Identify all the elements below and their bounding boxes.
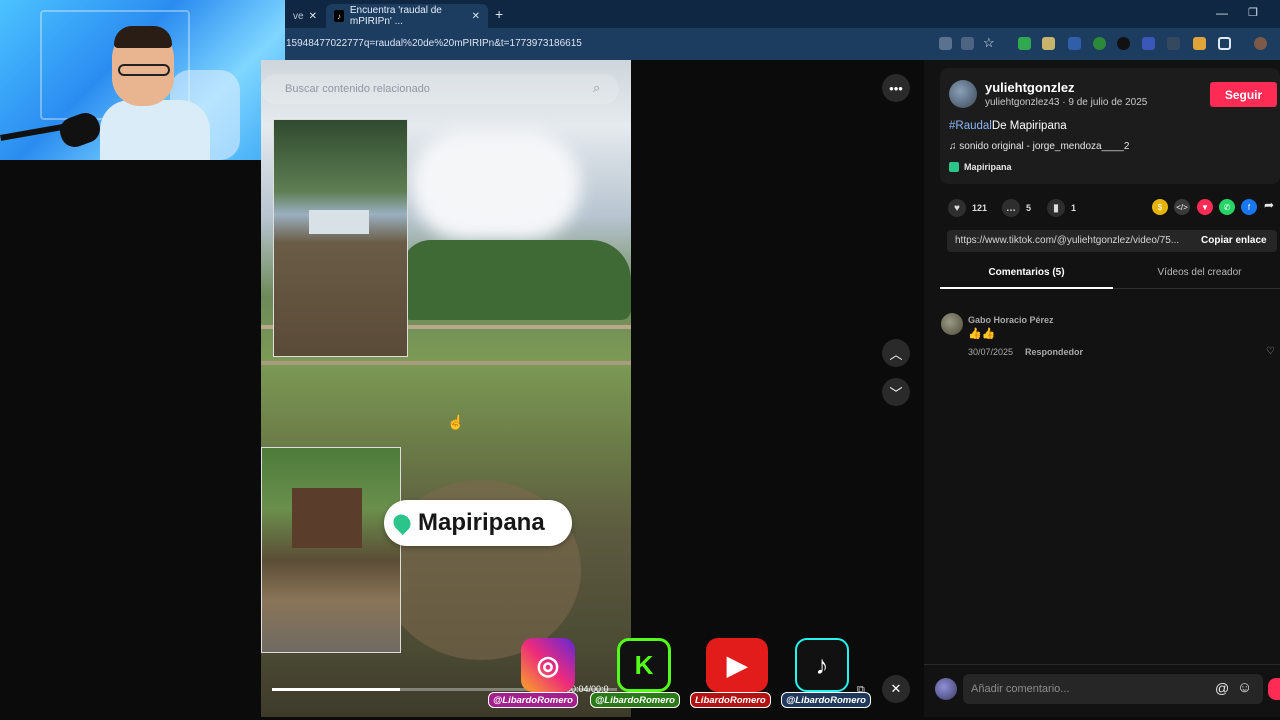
instagram-handle: @LibardoRomero	[488, 692, 578, 708]
comment-count: 5	[1026, 203, 1032, 213]
location-sticker-text: Mapiripana	[418, 509, 545, 536]
restore-icon[interactable]: ❐	[1248, 6, 1258, 19]
extension-icon[interactable]	[1167, 37, 1180, 50]
comment-heart-icon[interactable]: ♡	[1266, 346, 1275, 357]
location-sticker: Mapiripana	[384, 500, 572, 546]
close-icon[interactable]: ✕	[309, 11, 317, 22]
comment-text: 👍👍	[968, 328, 996, 340]
extension-icon[interactable]	[1093, 37, 1106, 50]
extension-icon[interactable]	[1142, 37, 1155, 50]
new-tab-plus-icon[interactable]: +	[495, 6, 503, 22]
caption-text: De Mapiripana	[991, 120, 1067, 132]
shield-extension-icon[interactable]	[1018, 37, 1031, 50]
video-player[interactable]: Buscar contenido relacionado ⌕ Mapiripan…	[261, 60, 631, 717]
browser-tab-active[interactable]: ♪ Encuentra 'raudal de mPIRIPn' ... ✕	[326, 4, 488, 28]
whatsapp-icon[interactable]: ✆	[1219, 199, 1235, 215]
music-note-icon: ♫	[949, 141, 960, 152]
coin-icon[interactable]: $	[1152, 199, 1168, 215]
previous-video-button[interactable]: ︿	[882, 339, 910, 367]
location-pin-icon	[389, 510, 415, 536]
tab-creator-videos[interactable]: Vídeos del creador	[1113, 267, 1280, 289]
like-count: 121	[972, 203, 988, 213]
photo-overlay-bottom	[261, 447, 401, 653]
facebook-icon[interactable]: f	[1241, 199, 1257, 215]
webcam-overlay	[0, 0, 285, 160]
tab-comments[interactable]: Comentarios (5)	[940, 267, 1113, 289]
author-meta: yuliehtgonzlez43 · 9 de julio de 2025	[985, 97, 1148, 108]
bookmark-icon: ▮	[1047, 199, 1065, 217]
like-button[interactable]: ♥ 121	[948, 199, 987, 217]
video-cloud	[411, 130, 581, 240]
photo-house	[309, 210, 369, 234]
star-icon[interactable]: ☆	[983, 35, 995, 51]
photo-overlay-top	[273, 119, 408, 357]
repost-icon[interactable]: ▼	[1197, 199, 1213, 215]
progress-fill	[272, 688, 400, 691]
send-button[interactable]	[1268, 678, 1280, 700]
author-username[interactable]: yuliehtgonzlez	[985, 80, 1075, 95]
webcam-person-glasses	[118, 64, 170, 76]
youtube-handle: LibardoRomero	[690, 692, 771, 708]
copy-link-button[interactable]: Copiar enlace	[1201, 235, 1267, 246]
url-text[interactable]: 15948477022777q=raudal%20de%20mPIRIPn&t=…	[286, 38, 582, 49]
minimize-icon[interactable]: —	[1216, 6, 1228, 20]
instagram-logo-icon: ◎	[521, 638, 575, 692]
translate-icon[interactable]	[939, 37, 952, 50]
my-avatar	[935, 678, 957, 700]
comment-button[interactable]: … 5	[1002, 199, 1031, 217]
next-video-button[interactable]: ﹀	[882, 378, 910, 406]
tiktok-logo-icon: ♪	[795, 638, 849, 692]
webcam-person-body	[100, 100, 210, 160]
location-tag-icon	[949, 162, 959, 172]
comment-reply-button[interactable]: Respondedor	[1025, 347, 1083, 357]
commenter-name[interactable]: Gabo Horacio Pérez	[968, 315, 1054, 325]
mention-icon[interactable]: @	[1215, 680, 1229, 696]
post-caption: #RaudalDe Mapiripana	[949, 120, 1067, 132]
tiktok-icon: ♪	[334, 10, 344, 22]
cast-icon[interactable]	[961, 37, 974, 50]
mute-button[interactable]: ✕	[882, 675, 910, 703]
kick-logo-icon: K	[617, 638, 671, 692]
kick-handle: @LibardoRomero	[590, 692, 680, 708]
author-avatar[interactable]	[949, 80, 977, 108]
profile-avatar[interactable]	[1254, 37, 1267, 50]
video-trees	[401, 240, 631, 320]
location-tag-label: Mapiripana	[964, 162, 1012, 172]
tab-prev-label: ve	[293, 10, 304, 22]
extension-icon[interactable]	[1193, 37, 1206, 50]
emoji-icon[interactable]: ☺	[1237, 679, 1252, 696]
browser-tab-previous[interactable]: ve ✕	[285, 4, 325, 28]
more-options-button[interactable]: •••	[882, 74, 910, 102]
heart-icon: ♥	[948, 199, 966, 217]
save-button[interactable]: ▮ 1	[1047, 199, 1076, 217]
related-search-placeholder: Buscar contenido relacionado	[285, 83, 430, 95]
extension-icon[interactable]	[1117, 37, 1130, 50]
comment-icon: …	[1002, 199, 1020, 217]
webcam-person-hair	[114, 26, 172, 48]
hashtag-link[interactable]: #Raudal	[949, 120, 992, 132]
comment-date: 30/07/2025	[968, 347, 1014, 357]
commenter-avatar[interactable]	[941, 313, 963, 335]
follow-button[interactable]: Seguir	[1210, 82, 1277, 107]
close-icon[interactable]: ✕	[472, 11, 480, 22]
sound-label: sonido original - jorge_mendoza____2	[959, 141, 1130, 152]
embed-icon[interactable]: </>	[1174, 199, 1190, 215]
tiktok-handle: @LibardoRomero	[781, 692, 871, 708]
extension-icon[interactable]	[1042, 37, 1055, 50]
sound-link[interactable]: ♫ sonido original - jorge_mendoza____2	[949, 141, 1129, 152]
video-link[interactable]: https://www.tiktok.com/@yuliehtgonzlez/v…	[955, 235, 1179, 246]
extension-icon[interactable]	[1068, 37, 1081, 50]
photo-house	[292, 488, 362, 548]
youtube-logo-icon: ▶	[706, 638, 768, 692]
search-icon[interactable]: ⌕	[593, 80, 600, 96]
mouse-cursor-icon: ☝	[447, 414, 465, 430]
location-tag[interactable]: Mapiripana	[949, 162, 1012, 172]
puzzle-icon[interactable]	[1218, 37, 1231, 50]
share-arrow-icon[interactable]: ➦	[1264, 198, 1274, 212]
tab-active-label: Encuentra 'raudal de mPIRIPn' ...	[349, 5, 442, 27]
save-count: 1	[1071, 203, 1077, 213]
